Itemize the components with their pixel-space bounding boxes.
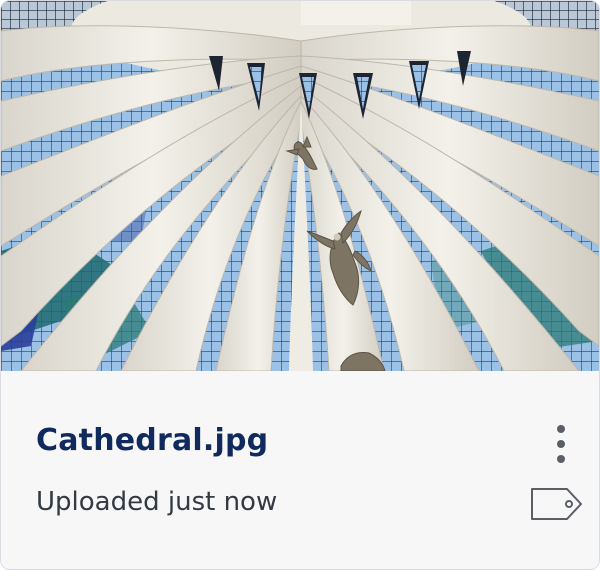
cathedral-image — [1, 1, 599, 371]
tag-icon — [531, 488, 582, 520]
more-vertical-icon — [557, 425, 565, 433]
more-vertical-icon-dot — [557, 440, 565, 448]
more-options-button[interactable] — [546, 423, 576, 465]
image-thumbnail[interactable] — [1, 1, 599, 371]
upload-status: Uploaded just now — [36, 487, 278, 517]
file-card[interactable]: Cathedral.jpg Uploaded just now — [0, 0, 600, 570]
add-tag-button[interactable] — [529, 485, 585, 523]
file-name[interactable]: Cathedral.jpg — [36, 423, 268, 458]
file-info: Cathedral.jpg Uploaded just now — [1, 371, 599, 569]
more-vertical-icon-dot — [557, 455, 565, 463]
